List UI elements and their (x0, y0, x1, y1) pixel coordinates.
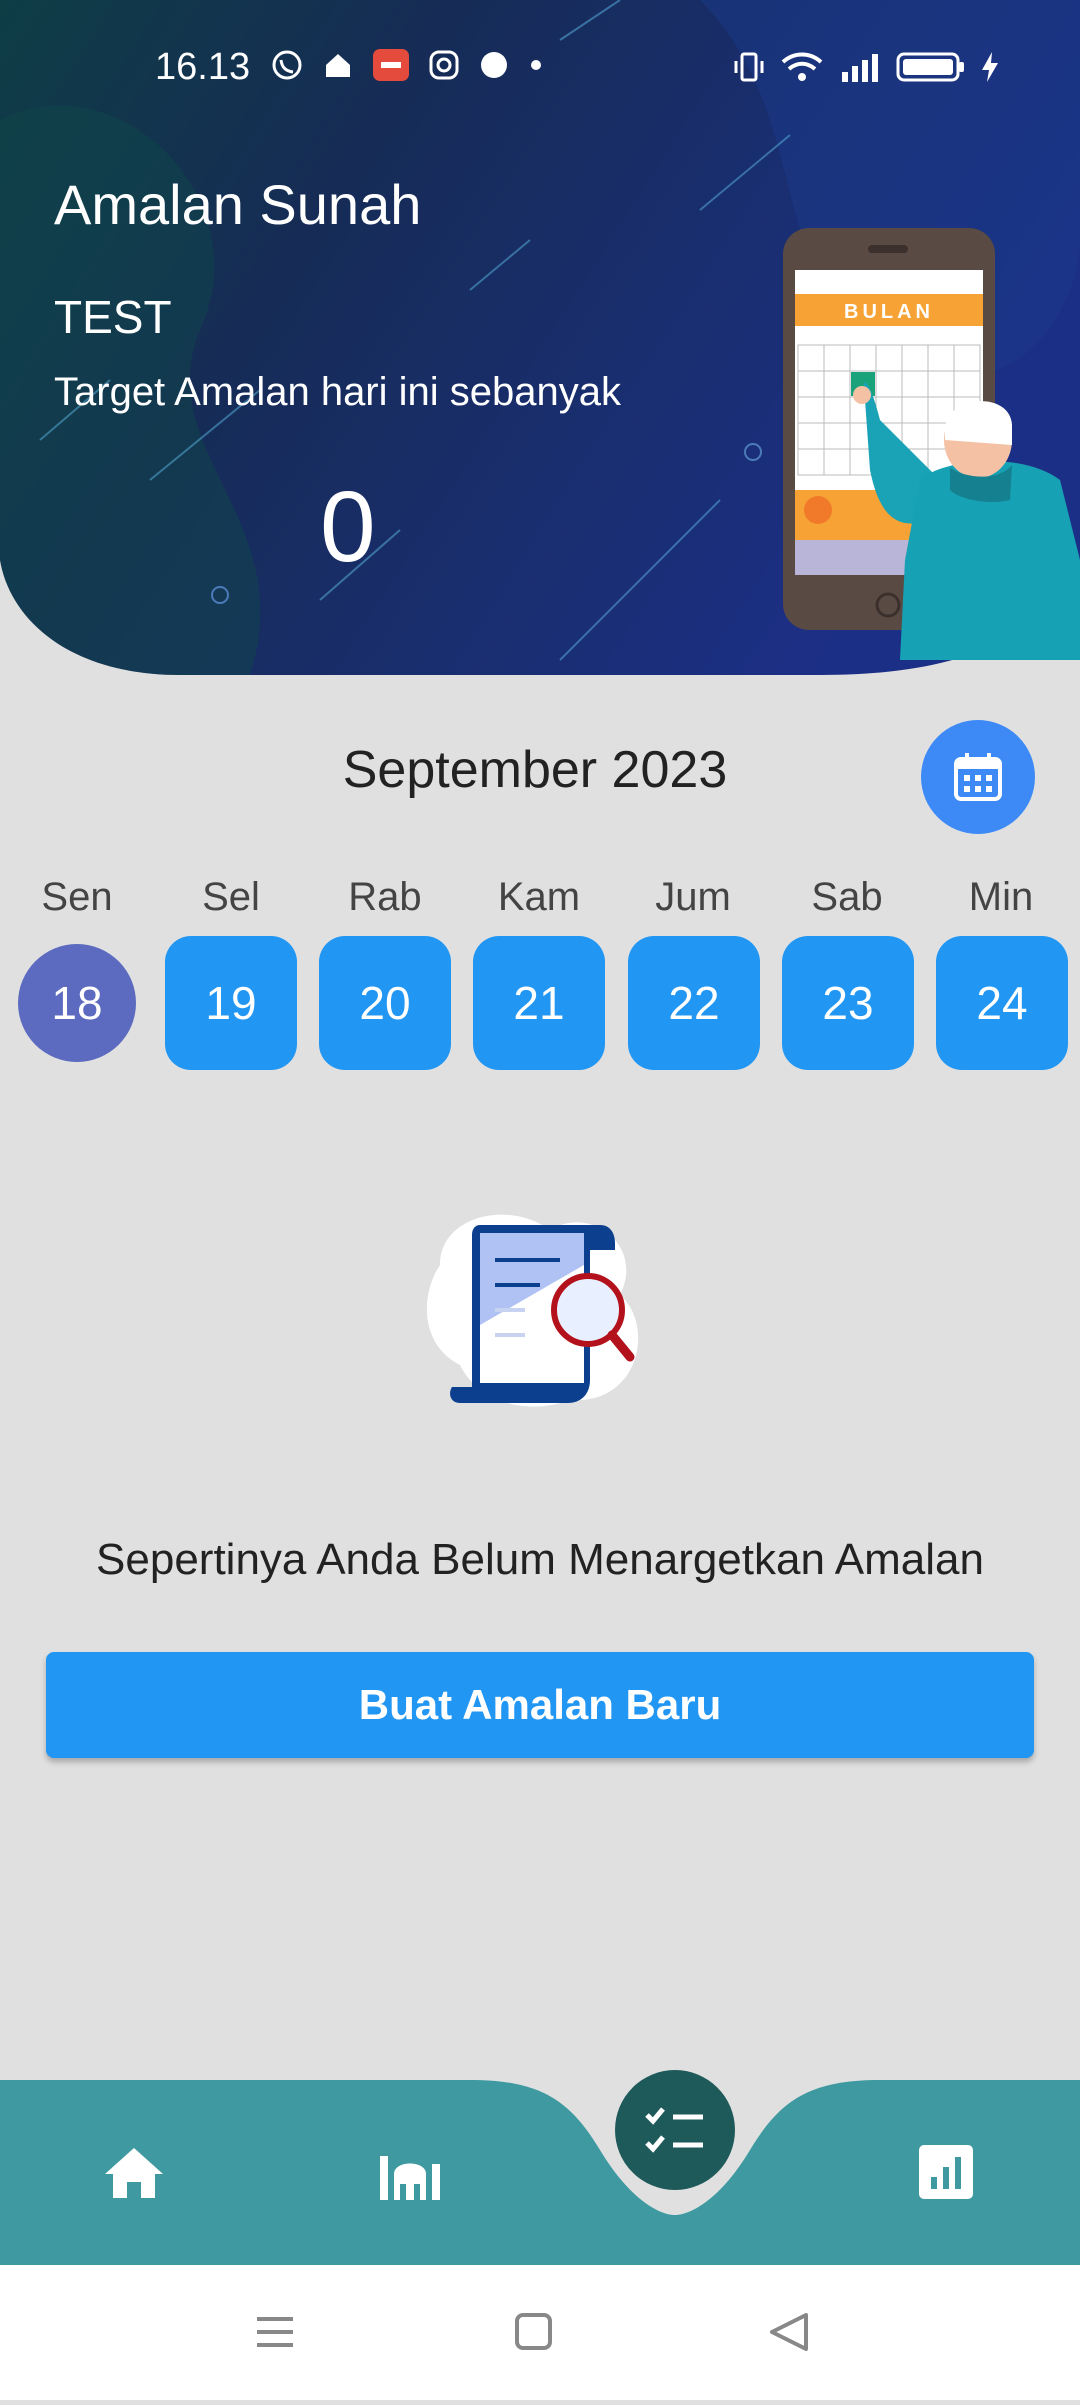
nav-mosque[interactable] (368, 2130, 452, 2214)
dot-icon (531, 60, 541, 70)
day-24[interactable]: 24 (936, 936, 1068, 1070)
app-red-icon (373, 49, 409, 81)
day-19[interactable]: 19 (165, 936, 297, 1070)
target-count: 0 (320, 471, 376, 583)
weekday-header: Sen Sel Rab Kam Jum Sab Min (0, 875, 1080, 935)
weekday-label: Kam (497, 875, 581, 919)
status-time: 16.13 (155, 46, 251, 88)
weekday-label: Sel (202, 875, 260, 919)
whatsapp-icon (272, 50, 302, 80)
system-nav-buttons (257, 2313, 808, 2351)
bottom-navigation (0, 2070, 1080, 2265)
wifi-icon (781, 52, 823, 81)
empty-list-illustration (426, 1214, 639, 1407)
page-title: Amalan Sunah (54, 173, 422, 236)
charging-icon (982, 52, 998, 82)
user-name: TEST (54, 291, 172, 343)
calendar-button[interactable] (921, 720, 1035, 834)
nav-chart[interactable] (904, 2130, 988, 2214)
day-22[interactable]: 22 (628, 936, 760, 1070)
weekday-label: Jum (655, 875, 731, 919)
checklist-icon (645, 2107, 703, 2153)
back-icon (770, 2313, 808, 2351)
circle-icon (481, 52, 507, 78)
home-square-icon (515, 2313, 552, 2350)
target-label: Target Amalan hari ini sebanyak (54, 370, 621, 414)
empty-state-message: Sepertinya Anda Belum Menargetkan Amalan (96, 1535, 984, 1584)
day-20[interactable]: 20 (319, 936, 451, 1070)
nav-home[interactable] (92, 2130, 176, 2214)
svg-text:BULAN: BULAN (844, 301, 934, 323)
battery-icon (896, 52, 964, 82)
system-navigation-bar (0, 2265, 1080, 2400)
month-label: September 2023 (342, 741, 728, 799)
nav-checklist-active[interactable] (615, 2070, 735, 2190)
chart-icon (919, 2145, 973, 2199)
signal-icon (842, 54, 878, 82)
instagram-icon (429, 50, 459, 80)
vibrate-icon (734, 52, 764, 82)
home-app-icon (326, 54, 350, 77)
create-amalan-button[interactable]: Buat Amalan Baru (46, 1652, 1034, 1758)
home-icon (105, 2148, 163, 2198)
header: BULAN 16.13 Amalan Sunah TEST Target Ama… (0, 0, 1080, 675)
mosque-icon (380, 2156, 440, 2200)
weekday-label: Min (968, 875, 1034, 919)
day-21[interactable]: 21 (473, 936, 605, 1070)
weekday-label: Rab (348, 875, 422, 919)
menu-icon (257, 2317, 293, 2347)
weekday-label: Sen (41, 875, 113, 919)
calendar-icon (954, 753, 1002, 801)
status-bar: 16.13 (0, 0, 1080, 106)
weekday-label: Sab (811, 875, 883, 919)
day-23[interactable]: 23 (782, 936, 914, 1070)
day-18-selected[interactable]: 18 (18, 944, 136, 1062)
